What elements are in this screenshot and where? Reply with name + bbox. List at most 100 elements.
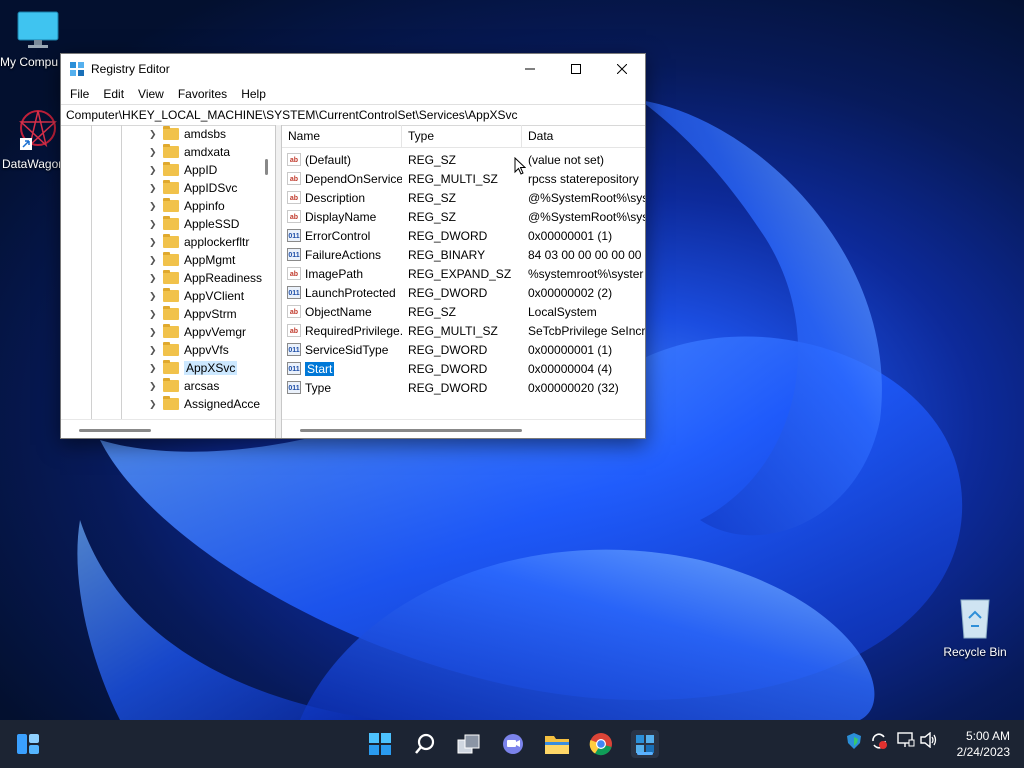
chevron-right-icon[interactable]: ❯ xyxy=(149,165,159,176)
chevron-right-icon[interactable]: ❯ xyxy=(149,129,159,140)
address-bar[interactable]: Computer\HKEY_LOCAL_MACHINE\SYSTEM\Curre… xyxy=(61,104,645,126)
widgets-icon xyxy=(17,734,39,754)
chevron-right-icon[interactable]: ❯ xyxy=(149,327,159,338)
tree-item[interactable]: ❯ amdsbs xyxy=(149,125,226,143)
value-data: %systemroot%\syster xyxy=(528,266,644,281)
chevron-right-icon[interactable]: ❯ xyxy=(149,273,159,284)
column-header-name[interactable]: Name xyxy=(282,125,402,147)
start-button[interactable] xyxy=(366,730,394,758)
column-header-data[interactable]: Data xyxy=(522,125,645,147)
menu-help[interactable]: Help xyxy=(234,87,273,101)
value-row[interactable]: ab (Default) REG_SZ (value not set) xyxy=(282,150,645,169)
chevron-right-icon[interactable]: ❯ xyxy=(149,147,159,158)
value-row[interactable]: ab Description REG_SZ @%SystemRoot%\sys xyxy=(282,188,645,207)
tree-item[interactable]: ❯ AppvVemgr xyxy=(149,323,246,341)
folder-icon xyxy=(163,126,179,140)
update-tray-icon[interactable] xyxy=(870,732,888,753)
value-row[interactable]: ab ImagePath REG_EXPAND_SZ %systemroot%\sys… xyxy=(282,264,645,283)
tree-item[interactable]: ❯ AppReadiness xyxy=(149,269,262,287)
value-data: LocalSystem xyxy=(528,304,597,319)
chevron-right-icon[interactable]: ❯ xyxy=(149,291,159,302)
value-row[interactable]: 011 LaunchProtected REG_DWORD 0x00000002 (2… xyxy=(282,283,645,302)
task-view-icon xyxy=(457,734,480,754)
tree-item-label: AppleSSD xyxy=(184,217,240,231)
value-row[interactable]: ab RequiredPrivilege... REG_MULTI_SZ SeTcbP… xyxy=(282,321,645,340)
tree-item[interactable]: ❯ AppleSSD xyxy=(149,215,239,233)
value-row[interactable]: ab ObjectName REG_SZ LocalSystem xyxy=(282,302,645,321)
value-type: REG_EXPAND_SZ xyxy=(408,266,512,281)
binary-value-icon: 011 xyxy=(287,362,301,375)
value-row[interactable]: 011 ErrorControl REG_DWORD 0x00000001 (1) xyxy=(282,226,645,245)
search-button[interactable] xyxy=(411,730,439,758)
desktop-icon-recycle-bin[interactable]: Recycle Bin xyxy=(939,596,1011,659)
tree-item[interactable]: ❯ AppvStrm xyxy=(149,305,237,323)
chevron-right-icon[interactable]: ❯ xyxy=(149,237,159,248)
chevron-right-icon[interactable]: ❯ xyxy=(149,363,159,374)
chevron-right-icon[interactable]: ❯ xyxy=(149,345,159,356)
value-name-cell: 011 ServiceSidType xyxy=(282,343,402,357)
tree-horizontal-scrollbar[interactable] xyxy=(79,429,151,432)
tree-item[interactable]: ❯ AppXSvc xyxy=(149,359,238,377)
value-row[interactable]: 011 FailureActions REG_BINARY 84 03 00 00 0… xyxy=(282,245,645,264)
chevron-right-icon[interactable]: ❯ xyxy=(149,183,159,194)
tree-item-label: AssignedAcce xyxy=(184,397,261,411)
tree-item[interactable]: ❯ AppvVfs xyxy=(149,341,229,359)
window-title: Registry Editor xyxy=(91,62,170,76)
value-row[interactable]: ab DependOnService REG_MULTI_SZ rpcss state… xyxy=(282,169,645,188)
tree-item-label: applockerfltr xyxy=(184,235,250,249)
tree-item[interactable]: ❯ amdxata xyxy=(149,143,230,161)
value-name: DisplayName xyxy=(305,209,377,224)
menu-file[interactable]: File xyxy=(63,87,96,101)
tree-vertical-scrollbar[interactable] xyxy=(265,159,268,175)
value-name: Start xyxy=(305,361,335,376)
file-explorer-button[interactable] xyxy=(543,730,571,758)
chrome-button[interactable] xyxy=(587,730,615,758)
tree-item[interactable]: ❯ applockerfltr xyxy=(149,233,249,251)
value-name: ObjectName xyxy=(305,304,372,319)
value-row[interactable]: 011 ServiceSidType REG_DWORD 0x00000001 (1) xyxy=(282,340,645,359)
chevron-right-icon[interactable]: ❯ xyxy=(149,309,159,320)
chevron-right-icon[interactable]: ❯ xyxy=(149,399,159,410)
column-header-type[interactable]: Type xyxy=(402,125,522,147)
security-tray-icon[interactable] xyxy=(846,732,862,753)
folder-icon xyxy=(163,270,179,284)
chevron-right-icon[interactable]: ❯ xyxy=(149,201,159,212)
close-button[interactable] xyxy=(599,54,645,84)
tree-item[interactable]: ❯ arcsas xyxy=(149,377,219,395)
tree-item[interactable]: ❯ AppIDSvc xyxy=(149,179,237,197)
chevron-right-icon[interactable]: ❯ xyxy=(149,219,159,230)
folder-icon xyxy=(163,198,179,212)
chevron-right-icon[interactable]: ❯ xyxy=(149,381,159,392)
tree-item[interactable]: ❯ Appinfo xyxy=(149,197,225,215)
minimize-button[interactable] xyxy=(507,54,553,84)
value-name: ImagePath xyxy=(305,266,364,281)
tree-item[interactable]: ❯ AppVClient xyxy=(149,287,244,305)
tree-item-label: Appinfo xyxy=(184,199,225,213)
widgets-button[interactable] xyxy=(14,730,42,758)
list-horizontal-scrollbar[interactable] xyxy=(300,429,522,432)
value-row[interactable]: ab DisplayName REG_SZ @%SystemRoot%\sys xyxy=(282,207,645,226)
value-type: REG_SZ xyxy=(408,152,457,167)
menu-favorites[interactable]: Favorites xyxy=(171,87,234,101)
task-view-button[interactable] xyxy=(455,730,483,758)
key-tree[interactable]: ❯ amdsbs ❯ amdxata ❯ AppID ❯ AppIDSvc ❯ Appinfo ❯ A… xyxy=(61,125,276,438)
list-scroll-divider xyxy=(282,419,645,420)
tree-item-label: amdsbs xyxy=(184,127,227,141)
tree-item[interactable]: ❯ AppID xyxy=(149,161,217,179)
tree-item[interactable]: ❯ AppMgmt xyxy=(149,251,235,269)
menu-edit[interactable]: Edit xyxy=(96,87,131,101)
title-bar[interactable]: Registry Editor xyxy=(61,54,645,84)
value-row[interactable]: 011 Start REG_DWORD 0x00000004 (4) xyxy=(282,359,645,378)
tree-guide-line xyxy=(121,125,122,420)
menu-view[interactable]: View xyxy=(131,87,171,101)
maximize-button[interactable] xyxy=(553,54,599,84)
value-row[interactable]: 011 Type REG_DWORD 0x00000020 (32) xyxy=(282,378,645,397)
chevron-right-icon[interactable]: ❯ xyxy=(149,255,159,266)
network-tray-icon[interactable] xyxy=(897,732,915,751)
volume-tray-icon[interactable] xyxy=(920,731,938,751)
sync-alert-icon xyxy=(872,733,887,749)
registry-editor-taskbar-button[interactable] xyxy=(631,730,659,758)
chat-button[interactable] xyxy=(499,730,527,758)
tree-item[interactable]: ❯ AssignedAcce xyxy=(149,395,260,413)
system-clock[interactable]: 5:00 AM 2/24/2023 xyxy=(957,728,1010,760)
